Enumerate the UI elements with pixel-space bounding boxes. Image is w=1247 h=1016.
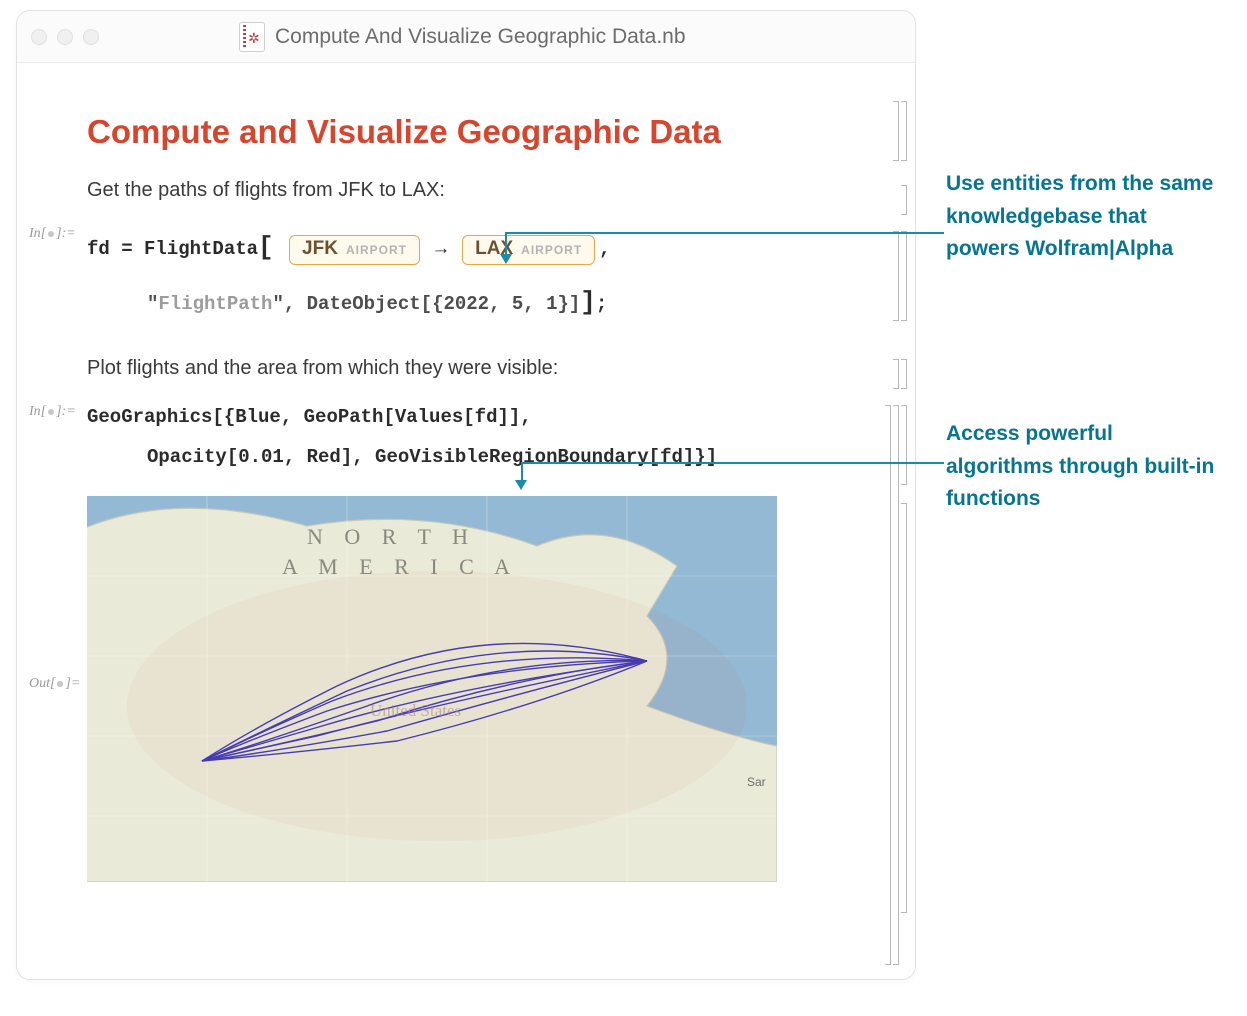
titlebar: ✲ Compute And Visualize Geographic Data.… (17, 11, 915, 63)
map-label-us: United States (370, 701, 461, 720)
text-cell-2: Plot flights and the area from which the… (87, 357, 893, 380)
input-cell-2[interactable]: In[]:= GeoGraphics[{Blue, GeoPath[Values… (87, 398, 893, 478)
entity-lax[interactable]: LAX AIRPORT (462, 235, 595, 265)
annotation-arrow-2 (515, 480, 527, 490)
annotation-line-1 (506, 232, 944, 234)
spikey-icon: ✲ (248, 30, 260, 47)
in-label: In[]:= (29, 226, 76, 242)
map-label-north: N O R T H (307, 524, 476, 549)
annotation-entities: Use entities from the same knowledgebase… (946, 168, 1226, 266)
text-cell-1: Get the paths of flights from JFK to LAX… (87, 179, 893, 202)
zoom-button[interactable] (83, 29, 99, 45)
in-label: In[]:= (29, 404, 76, 420)
entity-jfk[interactable]: JFK AIRPORT (289, 235, 420, 265)
notebook-body: Compute and Visualize Geographic Data Ge… (17, 63, 915, 979)
map-label-america: A M E R I C A (282, 554, 518, 579)
annotation-line-2 (522, 462, 944, 464)
output-cell: Out[]= (87, 496, 893, 882)
out-label: Out[]= (29, 676, 80, 692)
window-title: Compute And Visualize Geographic Data.nb (275, 25, 686, 49)
notebook-file-icon: ✲ (239, 22, 265, 52)
input-cell-1[interactable]: In[]:= fd = FlightData[ JFK AIRPORT → LA… (87, 220, 893, 329)
minimize-button[interactable] (57, 29, 73, 45)
map-label-san: Sar (747, 775, 766, 789)
close-button[interactable] (31, 29, 47, 45)
annotation-algorithms: Access powerful algorithms through built… (946, 418, 1226, 516)
geo-graphics-output: N O R T H A M E R I C A United States Sa… (87, 496, 777, 882)
notebook-window: ✲ Compute And Visualize Geographic Data.… (16, 10, 916, 980)
section-heading: Compute and Visualize Geographic Data (87, 113, 893, 151)
window-controls (31, 29, 99, 45)
